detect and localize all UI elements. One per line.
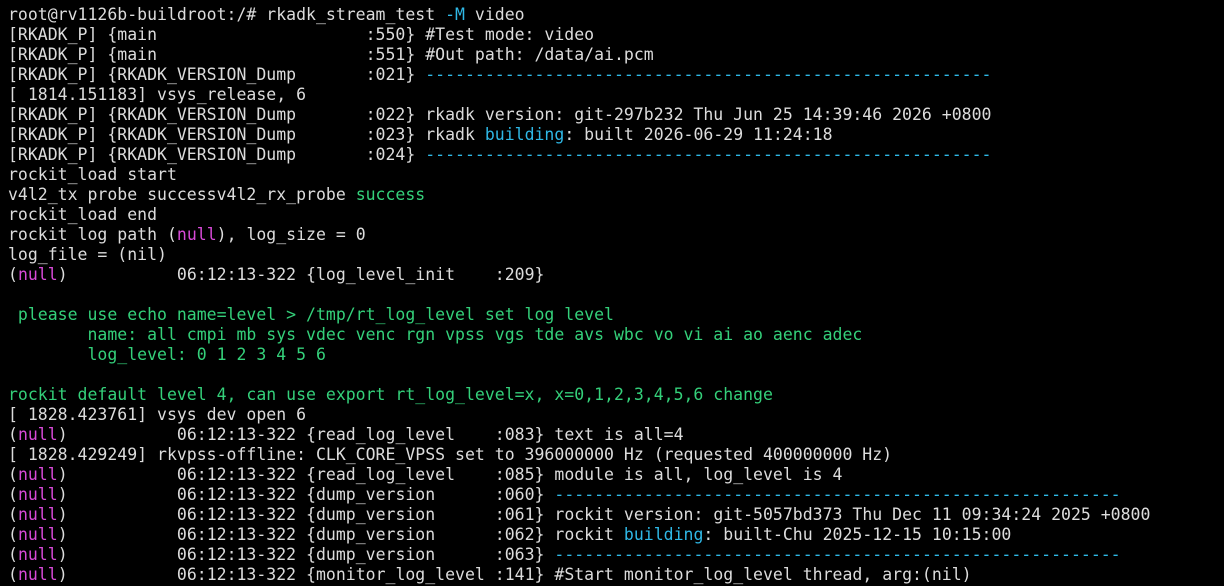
terminal-line: log_level: 0 1 2 3 4 5 6 [8,345,1224,365]
terminal-text-segment: v4l2_tx probe successv4l2_rx_probe [8,185,356,204]
terminal-text-segment: ( [8,545,18,564]
terminal-text-segment: ----------------------------------------… [554,545,1121,564]
terminal-line: name: all cmpi mb sys vdec venc rgn vpss… [8,325,1224,345]
terminal-text-segment: null [17,505,58,524]
terminal-text-segment: ) 06:12:13-322 {monitor_log_level :141} … [57,565,972,584]
terminal-text-segment: [RKADK_P] {RKADK_VERSION_Dump :022} rkad… [8,105,992,124]
terminal-text-segment: ) 06:12:13-322 {dump_version :060} [57,485,555,504]
terminal-text-segment: null [17,465,58,484]
partial-line-text: rv1126b [8,0,78,5]
terminal-line: rockit log path (null), log_size = 0 [8,225,1224,245]
terminal-text-segment: -M [445,5,465,24]
terminal-text-segment: ) 06:12:13-322 {read_log_level :085} mod… [57,465,843,484]
terminal-line: [ 1828.429249] rkvpss-offline: CLK_CORE_… [8,445,1224,465]
terminal-line: [RKADK_P] {main :550} #Test mode: video [8,25,1224,45]
terminal-line: rockit_load start [8,165,1224,185]
terminal-text-segment: rockit_load end [8,205,158,224]
terminal-text-segment: log_level: 0 1 2 3 4 5 6 [8,345,326,364]
terminal-line: (null) 06:12:13-322 {dump_version :061} … [8,505,1224,525]
terminal-text-segment: rockit default level 4, can use export r… [8,385,773,404]
terminal-line: rockit_load end [8,205,1224,225]
terminal-line: [ 1828.423761] vsys dev open 6 [8,405,1224,425]
terminal-text-segment: : built-Chu 2025-12-15 10:15:00 [703,525,1012,544]
terminal-text-segment: [ 1814.151183] vsys_release, 6 [8,85,307,104]
terminal-text-segment: ) 06:12:13-322 {dump_version :061} rocki… [57,505,1151,524]
terminal-text-segment: ----------------------------------------… [425,65,992,84]
terminal-line: [RKADK_P] {RKADK_VERSION_Dump :021} ----… [8,65,1224,85]
terminal-text-segment: log_file = (nil) [8,245,167,264]
terminal-text-segment: success [355,185,426,204]
terminal-text-segment: null [17,265,58,284]
terminal-line: (null) 06:12:13-322 {read_log_level :083… [8,425,1224,445]
terminal-text-segment: [RKADK_P] {main :551} #Out path: /data/a… [8,45,654,64]
terminal-line: (null) 06:12:13-322 {log_level_init :209… [8,265,1224,285]
terminal-text-segment: ( [166,225,177,244]
terminal-line: (null) 06:12:13-322 {dump_version :060} … [8,485,1224,505]
terminal-text-segment: ) 06:12:13-322 {log_level_init :209} [57,265,545,284]
terminal-text-segment: null [17,425,58,444]
terminal-line: [RKADK_P] {RKADK_VERSION_Dump :024} ----… [8,145,1224,165]
terminal-text-segment: null [17,565,58,584]
terminal-line: [RKADK_P] {main :551} #Out path: /data/a… [8,45,1224,65]
terminal-text-segment: ( [8,465,18,484]
terminal-text-segment: rockit_load start [8,165,177,184]
terminal-text-segment: [RKADK_P] {RKADK_VERSION_Dump :023} rkad… [8,125,485,144]
terminal-text-segment: ( [8,565,18,584]
terminal-window[interactable]: rv1126b root@rv1126b-buildroot:/# rkadk_… [0,0,1224,586]
terminal-text-segment: rockit log path [8,225,167,244]
terminal-text-segment: ----------------------------------------… [554,485,1121,504]
terminal-text-segment: [RKADK_P] {RKADK_VERSION_Dump :021} [8,65,426,84]
terminal-text-segment: ( [8,525,18,544]
terminal-line: root@rv1126b-buildroot:/# rkadk_stream_t… [8,5,1224,25]
terminal-line: (null) 06:12:13-322 {dump_version :063} … [8,545,1224,565]
terminal-line: (null) 06:12:13-322 {read_log_level :085… [8,465,1224,485]
terminal-text-segment: ), log_size = 0 [216,225,366,244]
terminal-line: [ 1814.151183] vsys_release, 6 [8,85,1224,105]
terminal-line: (null) 06:12:13-322 {monitor_log_level :… [8,565,1224,585]
terminal-text-segment: [ 1828.423761] vsys dev open 6 [8,405,307,424]
terminal-text-segment: video [464,5,525,24]
terminal-line: v4l2_tx probe successv4l2_rx_probe succe… [8,185,1224,205]
terminal-text-segment: null [17,545,58,564]
terminal-text-segment: root@rv1126b-buildroot:/# rkadk_stream_t… [8,5,446,24]
terminal-output: root@rv1126b-buildroot:/# rkadk_stream_t… [8,5,1224,585]
terminal-text-segment: building [623,525,704,544]
terminal-text-segment: ) 06:12:13-322 {dump_version :063} [57,545,555,564]
terminal-line: [RKADK_P] {RKADK_VERSION_Dump :023} rkad… [8,125,1224,145]
terminal-line: please use echo name=level > /tmp/rt_log… [8,305,1224,325]
terminal-text-segment: ) 06:12:13-322 {dump_version :062} rocki… [57,525,624,544]
terminal-text-segment: null [176,225,217,244]
terminal-text-segment: building [484,125,565,144]
terminal-partial-line: rv1126b [8,0,1224,5]
terminal-text-segment: ( [8,265,18,284]
terminal-text-segment: ----------------------------------------… [425,145,992,164]
terminal-text-segment: please use echo name=level > /tmp/rt_log… [8,305,614,324]
terminal-text-segment: null [17,485,58,504]
terminal-text-segment: [RKADK_P] {RKADK_VERSION_Dump :024} [8,145,426,164]
terminal-line: [RKADK_P] {RKADK_VERSION_Dump :022} rkad… [8,105,1224,125]
terminal-text-segment: name: all cmpi mb sys vdec venc rgn vpss… [8,325,863,344]
terminal-line: rockit default level 4, can use export r… [8,385,1224,405]
terminal-text-segment: ) 06:12:13-322 {read_log_level :083} tex… [57,425,684,444]
terminal-text-segment: [ 1828.429249] rkvpss-offline: CLK_CORE_… [8,445,893,464]
terminal-text-segment: : built 2026-06-29 11:24:18 [564,125,833,144]
terminal-line: (null) 06:12:13-322 {dump_version :062} … [8,525,1224,545]
terminal-text-segment: ( [8,485,18,504]
terminal-line: log_file = (nil) [8,245,1224,265]
terminal-text-segment: ( [8,505,18,524]
terminal-text-segment: [RKADK_P] {main :550} #Test mode: video [8,25,595,44]
terminal-text-segment: null [17,525,58,544]
terminal-text-segment: ( [8,425,18,444]
